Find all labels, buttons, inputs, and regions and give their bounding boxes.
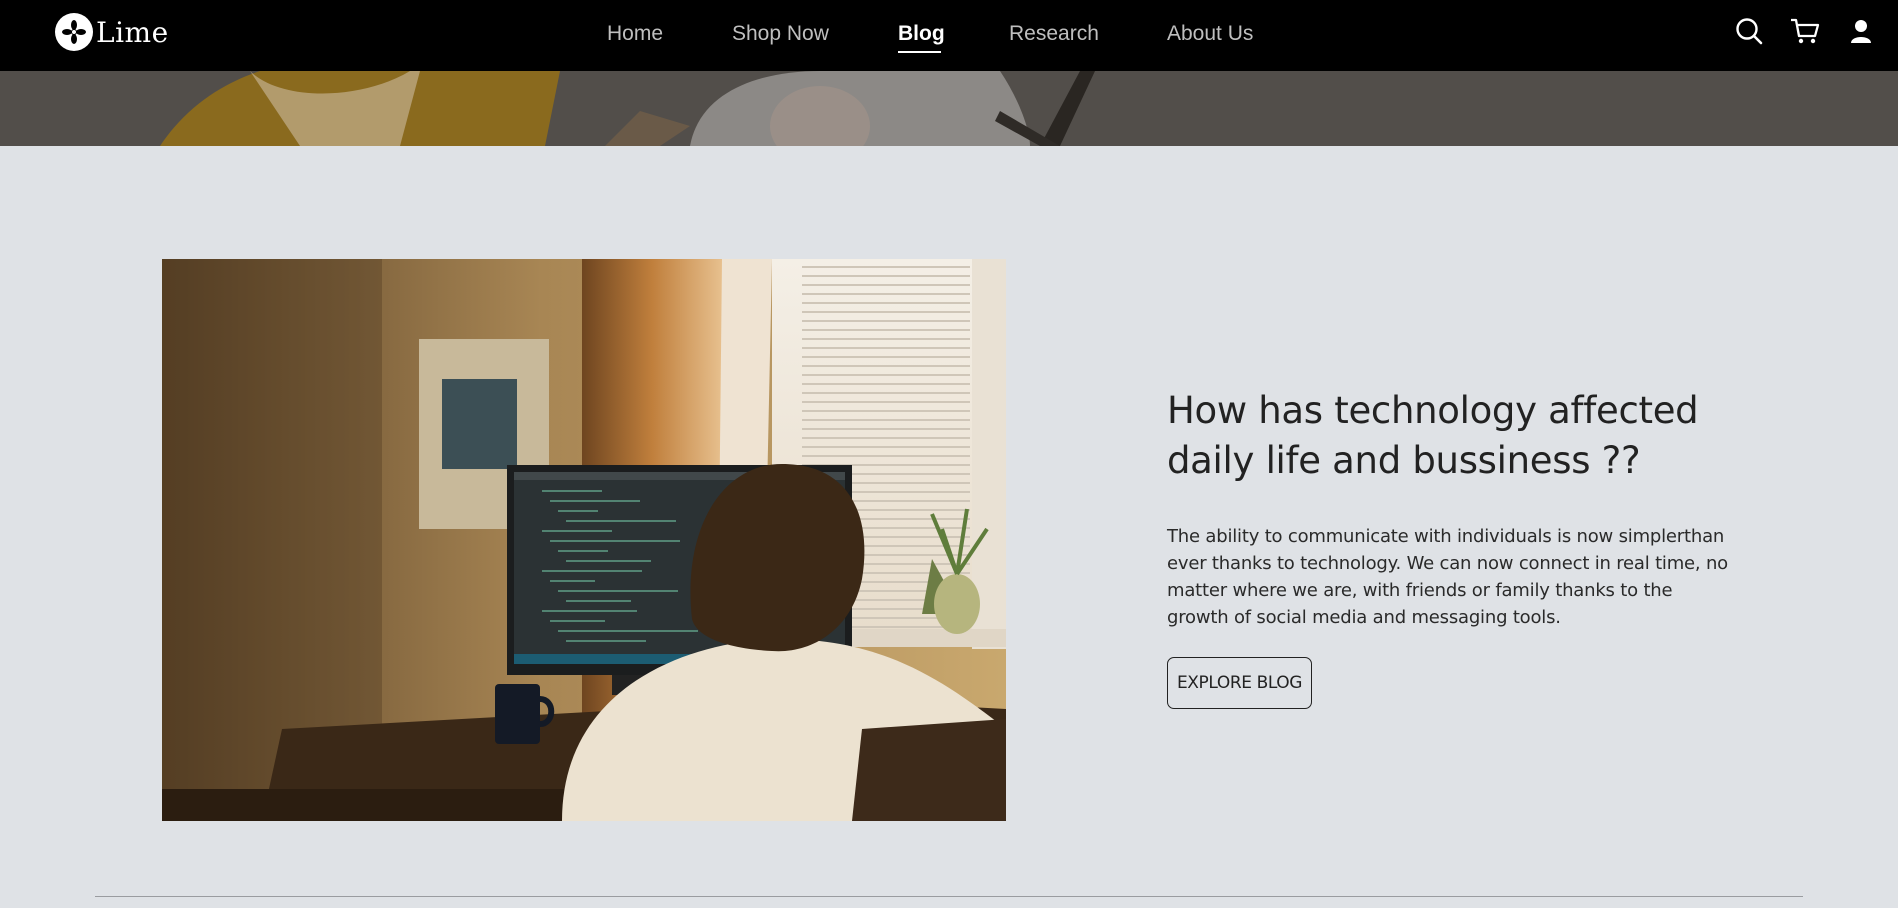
nav-blog[interactable]: Blog bbox=[898, 22, 945, 46]
hero-image-strip bbox=[0, 71, 1898, 146]
section-divider bbox=[95, 896, 1803, 897]
lime-flower-logo-icon bbox=[55, 13, 93, 51]
feature-title-line-1: How has technology affected bbox=[1167, 389, 1699, 432]
nav-research[interactable]: Research bbox=[1009, 22, 1099, 46]
feature-title-line-2: daily life and bussiness ?? bbox=[1167, 439, 1641, 482]
explore-blog-button[interactable]: EXPLORE BLOG bbox=[1167, 657, 1312, 709]
nav-about-us[interactable]: About Us bbox=[1167, 22, 1253, 46]
search-icon[interactable] bbox=[1735, 17, 1763, 50]
nav-shop-now[interactable]: Shop Now bbox=[732, 22, 829, 46]
brand-name: Lime bbox=[96, 15, 169, 49]
feature-image bbox=[162, 259, 1006, 821]
nav-active-underline bbox=[898, 51, 941, 53]
cart-icon[interactable] bbox=[1790, 17, 1820, 50]
brand-logo[interactable]: Lime bbox=[55, 13, 169, 51]
feature-title: How has technology affected daily life an… bbox=[1167, 386, 1727, 486]
nav-home[interactable]: Home bbox=[607, 22, 663, 46]
feature-body: The ability to communicate with individu… bbox=[1167, 526, 1728, 628]
user-icon[interactable] bbox=[1849, 19, 1873, 50]
top-navbar: Lime Home Shop Now Blog Research About U… bbox=[0, 0, 1898, 71]
